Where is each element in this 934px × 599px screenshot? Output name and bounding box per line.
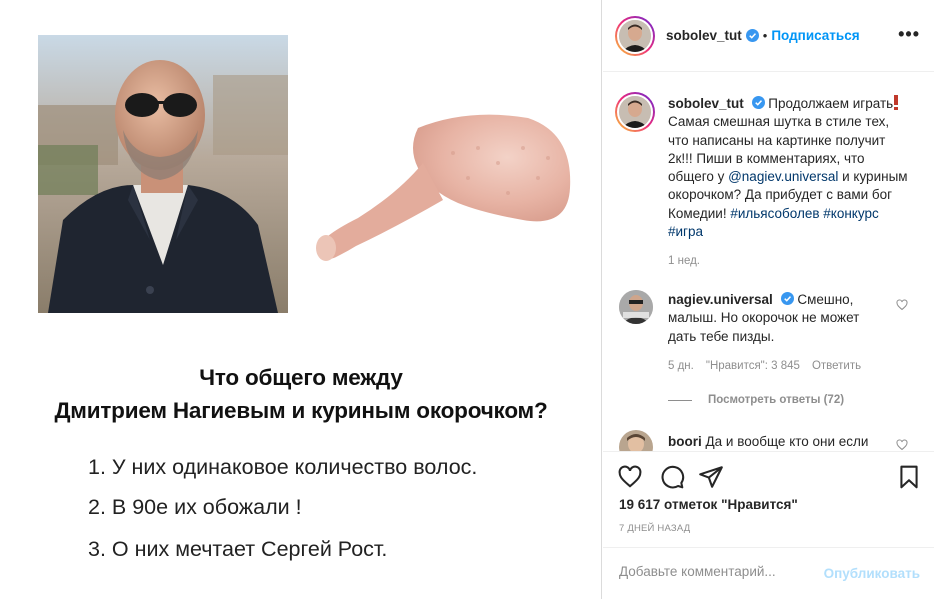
image-headline-line2: Дмитрием Нагиевым и куриным окорочком?: [54, 398, 548, 423]
comment-body: boori Да и вообще кто они если: [668, 433, 883, 451]
comment-timestamp[interactable]: 5 дн.: [668, 360, 694, 372]
verified-badge-icon: [745, 29, 759, 42]
exclamation-emoji-icon: [894, 95, 899, 110]
post-caption: sobolev_tut Продолжаем играть Самая смеш…: [668, 95, 913, 241]
view-replies-button[interactable]: Посмотреть ответы (72): [668, 394, 844, 406]
hashtag-link[interactable]: #игра: [668, 224, 703, 239]
post-date[interactable]: 7 ДНЕЙ НАЗАД: [619, 523, 690, 534]
commenter-username[interactable]: nagiev.universal: [668, 292, 773, 307]
image-headline-line1: Что общего между: [199, 365, 403, 390]
bookmark-save-icon[interactable]: [896, 464, 922, 490]
caption-timestamp[interactable]: 1 нед.: [668, 255, 700, 267]
publish-comment-button[interactable]: Опубликовать: [824, 566, 920, 581]
comment-like-heart-icon[interactable]: [896, 439, 908, 451]
follow-button[interactable]: Подписаться: [771, 28, 859, 43]
post-actions: 19 617 отметок "Нравится" 7 ДНЕЙ НАЗАД: [603, 451, 934, 547]
comment-bubble-icon[interactable]: [659, 464, 685, 490]
replies-divider: [668, 399, 692, 401]
verified-badge-icon: [751, 96, 765, 109]
commenter-username[interactable]: boori: [668, 434, 702, 449]
comment-input[interactable]: [619, 564, 809, 579]
comment-body: nagiev.universal Смешно, малыш. Но окоро…: [668, 291, 883, 346]
comment-like-count[interactable]: "Нравится": 3 845: [706, 360, 800, 372]
post-image[interactable]: Что общего между Дмитрием Нагиевым и кур…: [0, 0, 602, 599]
more-options-icon[interactable]: •••: [898, 24, 920, 45]
add-comment-bar: Опубликовать: [603, 547, 934, 599]
comments-list[interactable]: sobolev_tut Продолжаем играть Самая смеш…: [603, 73, 934, 451]
caption-mention-link[interactable]: @nagiev.universal: [728, 169, 838, 184]
author-username[interactable]: sobolev_tut: [666, 28, 742, 43]
post-header: sobolev_tut • Подписаться •••: [603, 0, 934, 72]
author-avatar[interactable]: [615, 16, 655, 56]
commenter-avatar[interactable]: [619, 430, 653, 451]
commenter-avatar[interactable]: [619, 290, 653, 324]
comment-meta: 5 дн. "Нравится": 3 845 Ответить: [668, 360, 861, 372]
man-photo: [38, 35, 288, 313]
chicken-leg-photo: [308, 108, 580, 268]
comment-text: Да и вообще кто они если: [705, 434, 869, 449]
like-heart-icon[interactable]: [617, 464, 643, 490]
view-replies-label: Посмотреть ответы (72): [708, 394, 845, 406]
hashtag-link[interactable]: #ильясоболев: [730, 206, 819, 221]
share-paper-plane-icon[interactable]: [698, 464, 724, 490]
comment-like-heart-icon[interactable]: [896, 299, 908, 311]
image-point-3: 3. О них мечтает Сергей Рост.: [88, 537, 388, 561]
reply-button[interactable]: Ответить: [812, 360, 861, 372]
post-like-count[interactable]: 19 617 отметок "Нравится": [619, 497, 798, 512]
header-separator: •: [762, 28, 768, 43]
image-point-2: 2. В 90е их обожали !: [88, 495, 302, 519]
caption-author-avatar[interactable]: [615, 92, 655, 132]
verified-badge-icon: [780, 292, 794, 305]
image-point-1: 1. У них одинаковое количество волос.: [88, 455, 478, 479]
caption-username[interactable]: sobolev_tut: [668, 96, 744, 111]
post-side-panel: sobolev_tut • Подписаться ••• sobolev_tu…: [603, 0, 934, 599]
caption-text-1: Продолжаем играть: [768, 96, 894, 111]
hashtag-link[interactable]: #конкурс: [823, 206, 878, 221]
